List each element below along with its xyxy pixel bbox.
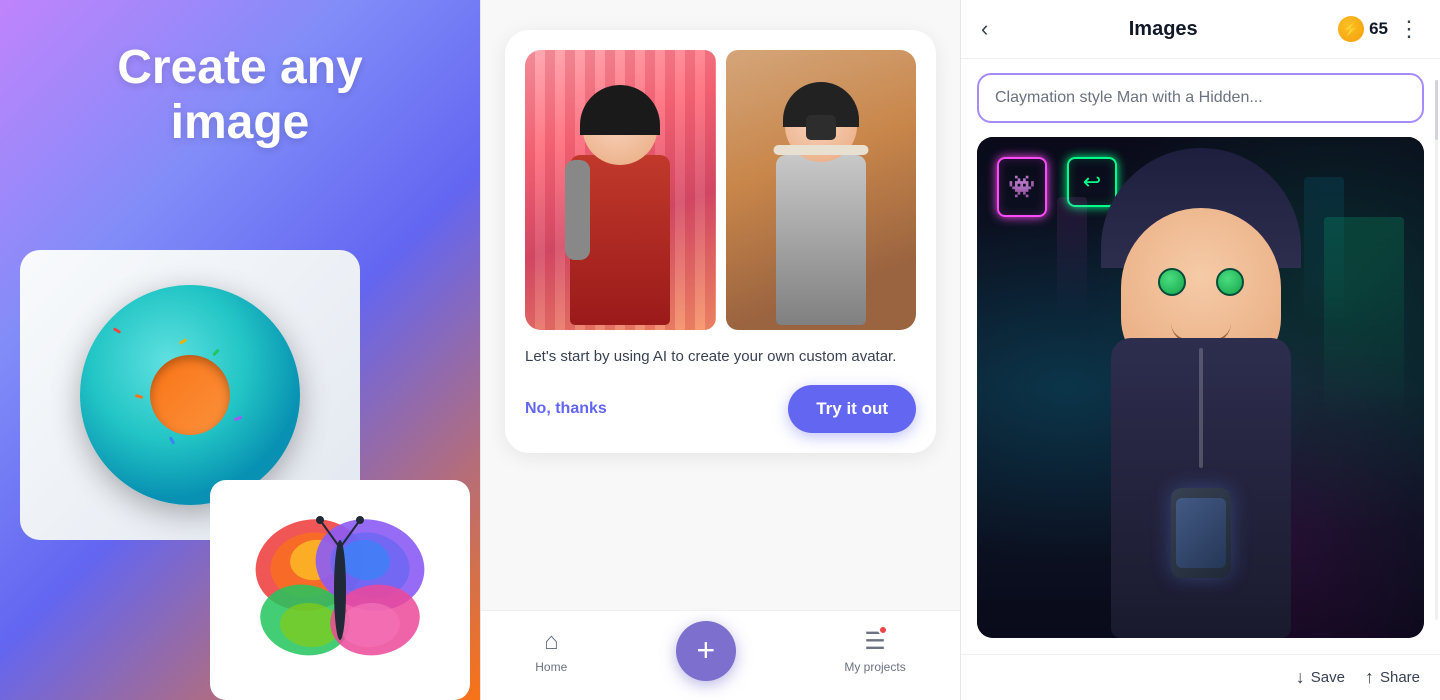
- save-label: Save: [1311, 669, 1345, 686]
- character-zipper: [1199, 348, 1203, 468]
- city-light-3: [1057, 197, 1087, 317]
- plus-icon: +: [696, 632, 715, 669]
- page-title: Images: [1129, 18, 1198, 41]
- neon-alien-sign: 👾: [997, 157, 1047, 217]
- character-eye-right: [1216, 268, 1244, 296]
- panel-hero: Create any image: [0, 0, 480, 700]
- share-icon: ↑: [1365, 667, 1374, 688]
- nav-home[interactable]: ⌂ Home: [535, 628, 567, 674]
- panel-image-viewer: ‹ Images ⚡ 65 ⋮ Claymation style Man wit…: [960, 0, 1440, 700]
- butterfly-svg: [250, 510, 430, 670]
- home-label: Home: [535, 660, 567, 674]
- search-text: Claymation style Man with a Hidden...: [995, 89, 1263, 106]
- character-body: [1111, 338, 1291, 638]
- coin-icon: ⚡: [1338, 16, 1364, 42]
- share-button[interactable]: ↑ Share: [1365, 667, 1420, 688]
- anime-girl-image-1: [525, 50, 716, 330]
- phone-screen: [1176, 498, 1226, 568]
- save-icon: ↓: [1296, 667, 1305, 688]
- card-actions: No, thanks Try it out: [525, 385, 916, 433]
- try-it-button[interactable]: Try it out: [788, 385, 916, 433]
- bottom-navigation: ⌂ Home + ☰ My projects: [481, 610, 960, 700]
- character-eye-left: [1158, 268, 1186, 296]
- projects-icon: ☰: [864, 627, 886, 656]
- nav-create-button[interactable]: +: [676, 621, 736, 681]
- character-eyes: [1158, 268, 1244, 296]
- more-options-button[interactable]: ⋮: [1398, 16, 1420, 42]
- image-viewer-header: ‹ Images ⚡ 65 ⋮: [961, 0, 1440, 59]
- hero-title-line2: image: [171, 96, 310, 149]
- card-images: [525, 50, 916, 330]
- card-description: Let's start by using AI to create your o…: [525, 346, 916, 369]
- prompt-search-bar[interactable]: Claymation style Man with a Hidden...: [977, 73, 1424, 123]
- save-button[interactable]: ↓ Save: [1296, 667, 1345, 688]
- butterfly-card: [210, 480, 470, 700]
- projects-label: My projects: [844, 660, 905, 674]
- back-button[interactable]: ‹: [981, 16, 988, 42]
- panel-app: Let's start by using AI to create your o…: [480, 0, 960, 700]
- scrollbar-track: [1435, 80, 1438, 620]
- scrollbar-thumb[interactable]: [1435, 80, 1438, 140]
- share-label: Share: [1380, 669, 1420, 686]
- header-right-actions: ⚡ 65 ⋮: [1338, 16, 1420, 42]
- nav-my-projects[interactable]: ☰ My projects: [844, 627, 905, 674]
- no-thanks-button[interactable]: No, thanks: [525, 400, 607, 418]
- hero-title-line1: Create any: [117, 41, 362, 94]
- home-icon: ⌂: [544, 628, 559, 656]
- notification-badge: [878, 625, 888, 635]
- avatar-card: Let's start by using AI to create your o…: [505, 30, 936, 453]
- image-viewer-footer: ↓ Save ↑ Share: [961, 654, 1440, 700]
- hero-title: Create any image: [117, 40, 362, 150]
- city-light-2: [1304, 177, 1344, 327]
- generated-image: 👾 ↩: [977, 137, 1424, 638]
- coin-balance: ⚡ 65: [1338, 16, 1388, 42]
- donut-image: [80, 285, 300, 505]
- coin-count: 65: [1369, 19, 1388, 39]
- anime-girl-image-2: [726, 50, 917, 330]
- character-phone: [1171, 488, 1231, 578]
